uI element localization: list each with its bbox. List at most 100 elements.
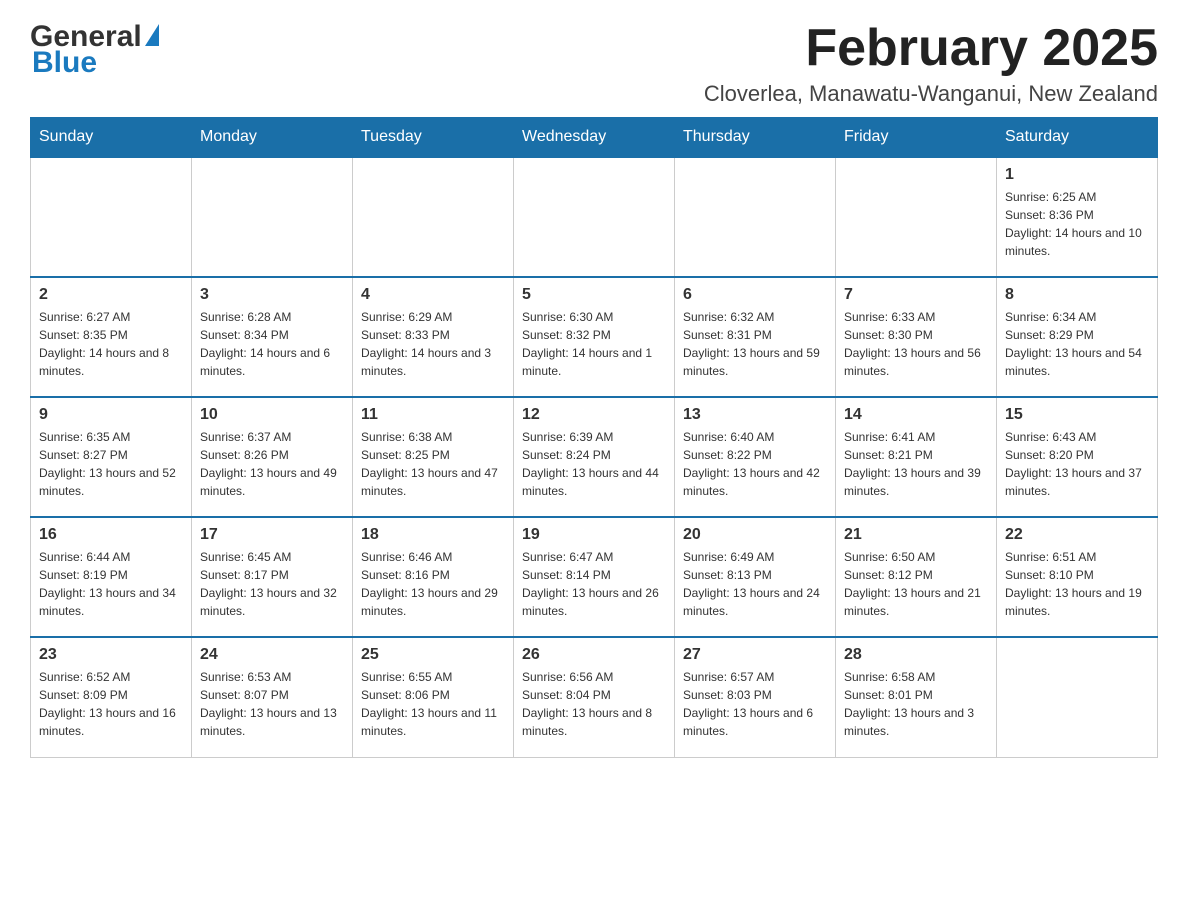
calendar-cell: 18 Sunrise: 6:46 AMSunset: 8:16 PMDayligh… (353, 517, 514, 637)
day-number: 21 (844, 526, 988, 544)
day-info: Sunrise: 6:32 AMSunset: 8:31 PMDaylight:… (683, 308, 827, 380)
day-number: 12 (522, 406, 666, 424)
day-number: 4 (361, 286, 505, 304)
header-monday: Monday (192, 118, 353, 158)
calendar-title-area: February 2025 Cloverlea, Manawatu-Wangan… (704, 20, 1158, 107)
day-info: Sunrise: 6:43 AMSunset: 8:20 PMDaylight:… (1005, 428, 1149, 500)
calendar-cell: 13 Sunrise: 6:40 AMSunset: 8:22 PMDayligh… (675, 397, 836, 517)
day-number: 13 (683, 406, 827, 424)
day-number: 24 (200, 646, 344, 664)
day-number: 15 (1005, 406, 1149, 424)
page-header: General Blue February 2025 Cloverlea, Ma… (30, 20, 1158, 107)
calendar-cell: 27 Sunrise: 6:57 AMSunset: 8:03 PMDayligh… (675, 637, 836, 757)
calendar-cell: 7 Sunrise: 6:33 AMSunset: 8:30 PMDaylight… (836, 277, 997, 397)
day-info: Sunrise: 6:30 AMSunset: 8:32 PMDaylight:… (522, 308, 666, 380)
day-number: 19 (522, 526, 666, 544)
day-info: Sunrise: 6:57 AMSunset: 8:03 PMDaylight:… (683, 668, 827, 740)
day-number: 26 (522, 646, 666, 664)
day-number: 18 (361, 526, 505, 544)
day-number: 8 (1005, 286, 1149, 304)
calendar-cell: 8 Sunrise: 6:34 AMSunset: 8:29 PMDaylight… (997, 277, 1158, 397)
calendar-cell: 12 Sunrise: 6:39 AMSunset: 8:24 PMDayligh… (514, 397, 675, 517)
calendar-cell: 14 Sunrise: 6:41 AMSunset: 8:21 PMDayligh… (836, 397, 997, 517)
day-number: 2 (39, 286, 183, 304)
logo-triangle-icon (145, 24, 159, 46)
day-info: Sunrise: 6:27 AMSunset: 8:35 PMDaylight:… (39, 308, 183, 380)
calendar-cell (192, 157, 353, 277)
calendar-cell: 25Sunrise: 6:55 AMSunset: 8:06 PMDayligh… (353, 637, 514, 757)
day-info: Sunrise: 6:50 AMSunset: 8:12 PMDaylight:… (844, 548, 988, 620)
calendar-table: Sunday Monday Tuesday Wednesday Thursday… (30, 117, 1158, 758)
day-info: Sunrise: 6:33 AMSunset: 8:30 PMDaylight:… (844, 308, 988, 380)
calendar-cell: 5 Sunrise: 6:30 AMSunset: 8:32 PMDaylight… (514, 277, 675, 397)
header-thursday: Thursday (675, 118, 836, 158)
calendar-cell: 22 Sunrise: 6:51 AMSunset: 8:10 PMDayligh… (997, 517, 1158, 637)
week-row-2: 2 Sunrise: 6:27 AMSunset: 8:35 PMDaylight… (31, 277, 1158, 397)
day-info: Sunrise: 6:41 AMSunset: 8:21 PMDaylight:… (844, 428, 988, 500)
day-number: 23 (39, 646, 183, 664)
location-subtitle: Cloverlea, Manawatu-Wanganui, New Zealan… (704, 81, 1158, 107)
day-number: 6 (683, 286, 827, 304)
day-info: Sunrise: 6:44 AMSunset: 8:19 PMDaylight:… (39, 548, 183, 620)
day-info: Sunrise: 6:25 AMSunset: 8:36 PMDaylight:… (1005, 188, 1149, 260)
calendar-cell: 24 Sunrise: 6:53 AMSunset: 8:07 PMDayligh… (192, 637, 353, 757)
calendar-cell (836, 157, 997, 277)
day-info: Sunrise: 6:49 AMSunset: 8:13 PMDaylight:… (683, 548, 827, 620)
calendar-cell: 4 Sunrise: 6:29 AMSunset: 8:33 PMDaylight… (353, 277, 514, 397)
calendar-cell: 1 Sunrise: 6:25 AMSunset: 8:36 PMDaylight… (997, 157, 1158, 277)
month-year-title: February 2025 (704, 20, 1158, 77)
calendar-cell: 28 Sunrise: 6:58 AMSunset: 8:01 PMDayligh… (836, 637, 997, 757)
calendar-cell: 17Sunrise: 6:45 AMSunset: 8:17 PMDayligh… (192, 517, 353, 637)
day-info: Sunrise: 6:35 AMSunset: 8:27 PMDaylight:… (39, 428, 183, 500)
calendar-cell: 20Sunrise: 6:49 AMSunset: 8:13 PMDayligh… (675, 517, 836, 637)
day-number: 28 (844, 646, 988, 664)
day-number: 7 (844, 286, 988, 304)
day-info: Sunrise: 6:37 AMSunset: 8:26 PMDaylight:… (200, 428, 344, 500)
calendar-cell: 3Sunrise: 6:28 AMSunset: 8:34 PMDaylight… (192, 277, 353, 397)
day-number: 1 (1005, 166, 1149, 184)
day-info: Sunrise: 6:46 AMSunset: 8:16 PMDaylight:… (361, 548, 505, 620)
day-info: Sunrise: 6:51 AMSunset: 8:10 PMDaylight:… (1005, 548, 1149, 620)
calendar-cell (514, 157, 675, 277)
day-number: 3 (200, 286, 344, 304)
header-tuesday: Tuesday (353, 118, 514, 158)
day-number: 17 (200, 526, 344, 544)
logo: General Blue (30, 20, 159, 80)
day-info: Sunrise: 6:29 AMSunset: 8:33 PMDaylight:… (361, 308, 505, 380)
week-row-1: 1 Sunrise: 6:25 AMSunset: 8:36 PMDaylight… (31, 157, 1158, 277)
day-number: 27 (683, 646, 827, 664)
calendar-cell: 21 Sunrise: 6:50 AMSunset: 8:12 PMDayligh… (836, 517, 997, 637)
calendar-cell (997, 637, 1158, 757)
day-info: Sunrise: 6:38 AMSunset: 8:25 PMDaylight:… (361, 428, 505, 500)
day-number: 10 (200, 406, 344, 424)
calendar-cell (353, 157, 514, 277)
calendar-cell: 9Sunrise: 6:35 AMSunset: 8:27 PMDaylight… (31, 397, 192, 517)
weekday-header-row: Sunday Monday Tuesday Wednesday Thursday… (31, 118, 1158, 158)
header-sunday: Sunday (31, 118, 192, 158)
calendar-cell: 11Sunrise: 6:38 AMSunset: 8:25 PMDayligh… (353, 397, 514, 517)
calendar-cell: 2 Sunrise: 6:27 AMSunset: 8:35 PMDaylight… (31, 277, 192, 397)
day-number: 25 (361, 646, 505, 664)
header-wednesday: Wednesday (514, 118, 675, 158)
calendar-cell: 16Sunrise: 6:44 AMSunset: 8:19 PMDayligh… (31, 517, 192, 637)
day-info: Sunrise: 6:40 AMSunset: 8:22 PMDaylight:… (683, 428, 827, 500)
calendar-cell (31, 157, 192, 277)
calendar-cell: 23 Sunrise: 6:52 AMSunset: 8:09 PMDayligh… (31, 637, 192, 757)
calendar-cell: 26Sunrise: 6:56 AMSunset: 8:04 PMDayligh… (514, 637, 675, 757)
day-number: 14 (844, 406, 988, 424)
logo-blue-text: Blue (30, 46, 97, 80)
day-info: Sunrise: 6:52 AMSunset: 8:09 PMDaylight:… (39, 668, 183, 740)
header-friday: Friday (836, 118, 997, 158)
day-info: Sunrise: 6:58 AMSunset: 8:01 PMDaylight:… (844, 668, 988, 740)
day-info: Sunrise: 6:53 AMSunset: 8:07 PMDaylight:… (200, 668, 344, 740)
day-info: Sunrise: 6:39 AMSunset: 8:24 PMDaylight:… (522, 428, 666, 500)
day-number: 22 (1005, 526, 1149, 544)
week-row-4: 16Sunrise: 6:44 AMSunset: 8:19 PMDayligh… (31, 517, 1158, 637)
calendar-cell: 15 Sunrise: 6:43 AMSunset: 8:20 PMDayligh… (997, 397, 1158, 517)
week-row-5: 23 Sunrise: 6:52 AMSunset: 8:09 PMDayligh… (31, 637, 1158, 757)
calendar-cell: 10 Sunrise: 6:37 AMSunset: 8:26 PMDayligh… (192, 397, 353, 517)
calendar-cell: 6 Sunrise: 6:32 AMSunset: 8:31 PMDaylight… (675, 277, 836, 397)
day-info: Sunrise: 6:34 AMSunset: 8:29 PMDaylight:… (1005, 308, 1149, 380)
day-number: 5 (522, 286, 666, 304)
header-saturday: Saturday (997, 118, 1158, 158)
